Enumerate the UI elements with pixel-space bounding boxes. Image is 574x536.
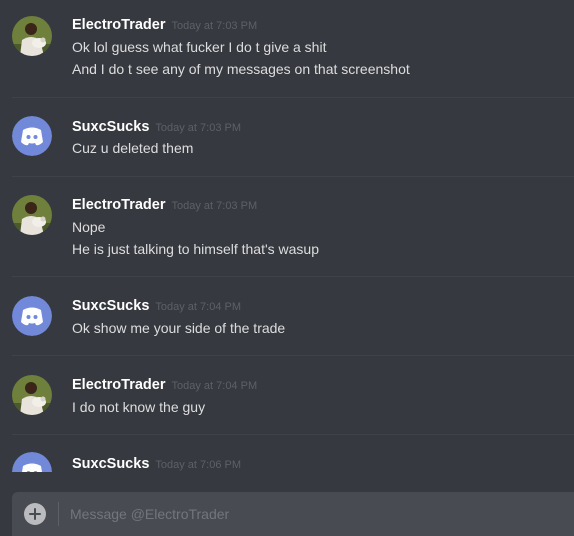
message-group: SuxcSucks Today at 7:04 PM Ok show me you… — [0, 277, 574, 356]
discord-default-avatar-icon — [12, 452, 52, 472]
timestamp: Today at 7:04 PM — [171, 380, 258, 392]
user-avatar-suxcsucks[interactable] — [12, 296, 52, 336]
message-text: Ok lol guess what fucker I do t give a s… — [72, 39, 327, 55]
message-header: ElectroTrader Today at 7:03 PM — [72, 196, 257, 214]
timestamp: Today at 7:03 PM — [155, 122, 241, 134]
message-header: ElectroTrader Today at 7:03 PM — [72, 16, 257, 34]
message-text: Nope — [72, 219, 106, 235]
user-avatar-electrotrader[interactable] — [12, 16, 52, 56]
message-input[interactable] — [70, 502, 550, 526]
username[interactable]: SuxcSucks — [72, 298, 149, 314]
discord-default-avatar-icon — [12, 116, 52, 156]
user-avatar-suxcsucks[interactable] — [12, 452, 52, 472]
message-list[interactable]: ElectroTrader Today at 7:03 PM Ok lol gue… — [0, 0, 574, 472]
message-text: Ok show me your side of the trade — [72, 320, 286, 336]
username[interactable]: ElectroTrader — [72, 17, 166, 33]
composer-divider — [58, 502, 59, 526]
user-avatar-electrotrader[interactable] — [12, 195, 52, 235]
username[interactable]: ElectroTrader — [72, 197, 166, 213]
timestamp: Today at 7:04 PM — [155, 301, 241, 313]
timestamp: Today at 7:03 PM — [171, 20, 258, 32]
message-header: SuxcSucks Today at 7:03 PM — [72, 118, 241, 136]
message-composer — [12, 492, 574, 536]
message-group: ElectroTrader Today at 7:03 PM Nope He is… — [0, 177, 574, 277]
message-header: SuxcSucks Today at 7:06 PM — [72, 455, 241, 472]
plus-circle-icon[interactable] — [24, 503, 46, 525]
message-group: ElectroTrader Today at 7:04 PM I do not k… — [0, 356, 574, 435]
message-group: SuxcSucks Today at 7:06 PM — [0, 435, 574, 472]
dm-chat-window: ElectroTrader Today at 7:03 PM Ok lol gue… — [0, 0, 574, 536]
user-avatar-suxcsucks[interactable] — [12, 116, 52, 156]
user-avatar-electrotrader[interactable] — [12, 375, 52, 415]
username[interactable]: SuxcSucks — [72, 119, 149, 135]
message-text: He is just talking to himself that's was… — [72, 241, 320, 257]
message-text: I do not know the guy — [72, 399, 206, 415]
timestamp: Today at 7:06 PM — [155, 459, 241, 471]
username[interactable]: ElectroTrader — [72, 377, 166, 393]
username[interactable]: SuxcSucks — [72, 456, 149, 472]
message-group: ElectroTrader Today at 7:03 PM Ok lol gue… — [0, 0, 574, 98]
timestamp: Today at 7:03 PM — [171, 200, 258, 212]
message-text: And I do t see any of my messages on tha… — [72, 61, 410, 77]
discord-default-avatar-icon — [12, 296, 52, 336]
message-group: SuxcSucks Today at 7:03 PM Cuz u deleted … — [0, 98, 574, 177]
message-header: SuxcSucks Today at 7:04 PM — [72, 297, 241, 315]
message-header: ElectroTrader Today at 7:04 PM — [72, 376, 257, 394]
message-text: Cuz u deleted them — [72, 140, 194, 156]
